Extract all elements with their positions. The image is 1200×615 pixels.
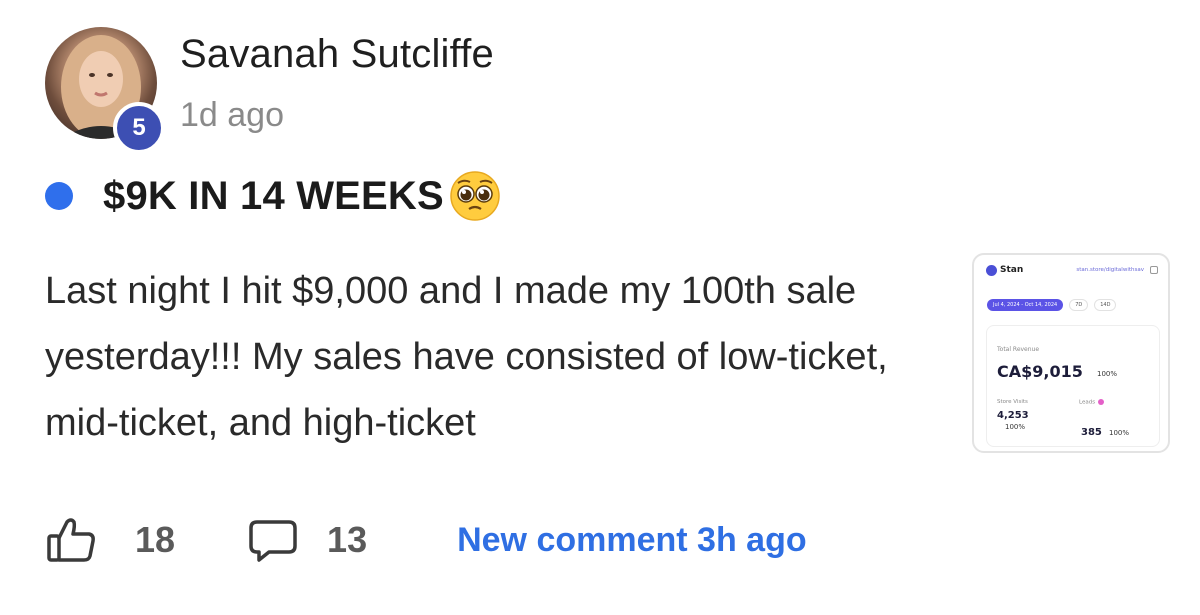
post-title-row[interactable]: $9K IN 14 WEEKS	[45, 170, 502, 222]
new-comment-link[interactable]: New comment 3h ago	[457, 521, 807, 560]
leads-label-text: Leads	[1079, 399, 1096, 406]
date-range-pill: Jul 4, 2024 - Oct 14, 2024	[987, 299, 1064, 311]
attachment-thumbnail[interactable]: Stan stan.store/digitalwithsav Jul 4, 20…	[972, 253, 1170, 453]
store-url: stan.store/digitalwithsav	[1076, 267, 1144, 273]
level-badge: 5	[113, 102, 165, 154]
thumbs-up-icon[interactable]	[45, 514, 97, 566]
pleading-face-emoji-icon	[448, 169, 502, 223]
comment-icon[interactable]	[247, 514, 299, 566]
post-timestamp: 1d ago	[180, 96, 284, 134]
brand-name: Stan	[1000, 265, 1024, 275]
revenue-value: CA$9,015	[997, 362, 1083, 381]
leads-label: Leads	[1079, 399, 1105, 406]
leads-dot-icon	[1098, 399, 1105, 405]
leads-change: 100%	[1109, 429, 1130, 437]
like-count: 18	[135, 519, 176, 560]
comment-count: 13	[327, 519, 368, 560]
author-name[interactable]: Savanah Sutcliffe	[180, 32, 494, 77]
unread-indicator-icon	[45, 182, 73, 210]
visits-label: Store Visits	[997, 399, 1028, 405]
post-body-text[interactable]: Last night I hit $9,000 and I made my 10…	[45, 258, 935, 456]
date-filters: Jul 4, 2024 - Oct 14, 2024 7D 14D	[974, 277, 1168, 311]
filter-7d-pill: 7D	[1069, 299, 1089, 311]
filter-14d-pill: 14D	[1094, 299, 1117, 311]
revenue-label: Total Revenue	[997, 346, 1040, 353]
thumbnail-header: Stan stan.store/digitalwithsav	[974, 255, 1168, 277]
stan-logo-icon	[986, 264, 997, 276]
post-footer: 18 13 New comment 3h ago	[45, 512, 807, 568]
post-title[interactable]: $9K IN 14 WEEKS	[103, 174, 444, 219]
leads-value: 385	[1081, 427, 1102, 438]
revenue-card: Total Revenue CA$9,015 100% Store Visits…	[986, 325, 1160, 447]
visits-change: 100%	[1005, 423, 1026, 431]
post-card[interactable]: 5 Savanah Sutcliffe 1d ago $9K IN 14 WEE…	[0, 0, 1200, 615]
revenue-change: 100%	[1097, 370, 1118, 378]
visits-value: 4,253	[997, 410, 1029, 421]
copy-icon	[1150, 266, 1158, 274]
avatar-container[interactable]: 5	[45, 27, 165, 154]
